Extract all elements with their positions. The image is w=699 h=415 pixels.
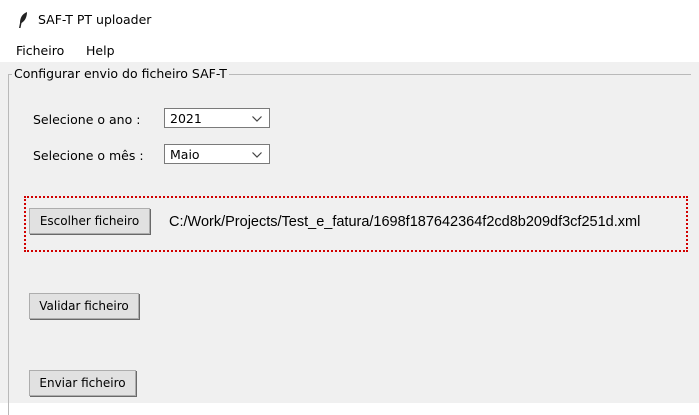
- frame-label: Configurar envio do ficheiro SAF-T: [12, 66, 229, 81]
- month-label: Selecione o mês :: [33, 148, 144, 163]
- validate-file-button[interactable]: Validar ficheiro: [29, 293, 139, 319]
- menu-bar: Ficheiro Help: [0, 40, 699, 62]
- year-label: Selecione o ano :: [33, 112, 141, 127]
- file-path: C:/Work/Projects/Test_e_fatura/1698f1876…: [169, 214, 641, 230]
- chevron-down-icon[interactable]: [252, 116, 262, 122]
- year-value: 2021: [170, 111, 202, 126]
- choose-file-button[interactable]: Escolher ficheiro: [29, 208, 150, 234]
- title-bar: SAF-T PT uploader: [0, 0, 699, 38]
- send-file-button[interactable]: Enviar ficheiro: [29, 370, 136, 396]
- year-select[interactable]: 2021: [164, 108, 270, 128]
- menu-help[interactable]: Help: [86, 43, 115, 58]
- feather-icon: [19, 12, 27, 28]
- month-select[interactable]: Maio: [164, 144, 270, 164]
- month-value: Maio: [170, 147, 200, 162]
- chevron-down-icon[interactable]: [252, 152, 262, 158]
- menu-ficheiro[interactable]: Ficheiro: [16, 43, 64, 58]
- main-content: Configurar envio do ficheiro SAF-T Selec…: [0, 62, 699, 415]
- window-title: SAF-T PT uploader: [38, 12, 152, 27]
